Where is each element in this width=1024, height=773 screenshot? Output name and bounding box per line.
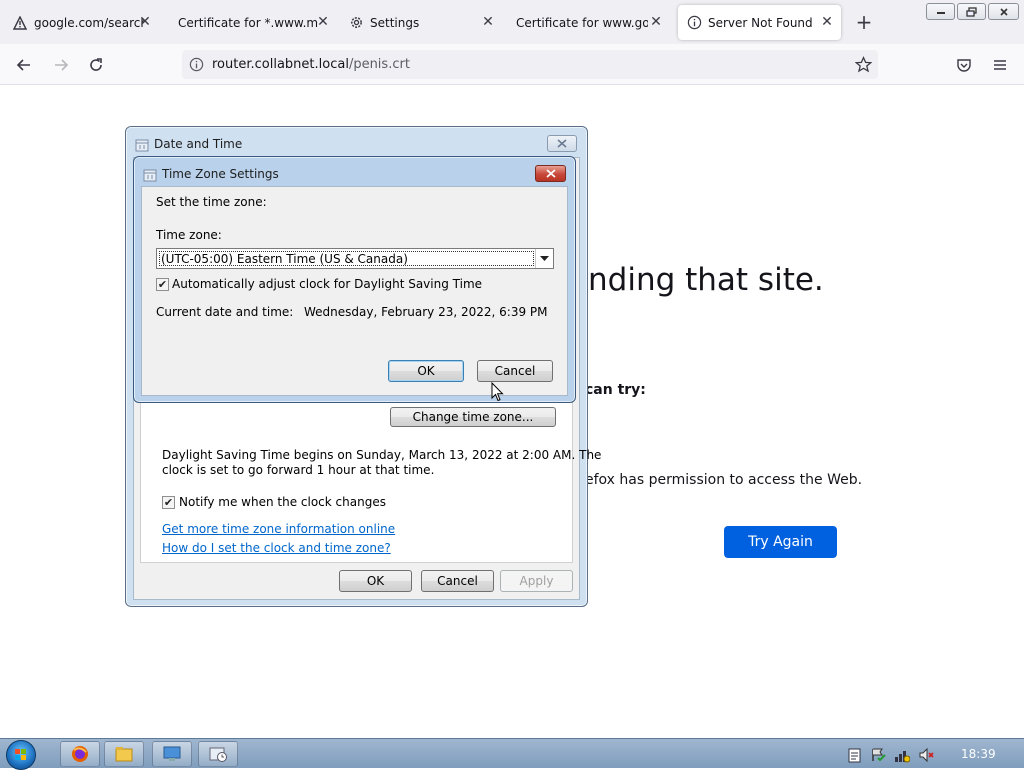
how-to-set-clock-link[interactable]: How do I set the clock and time zone? [162,541,391,555]
windows-logo-icon [15,749,26,760]
current-date-time-value: Wednesday, February 23, 2022, 6:39 PM [304,305,548,319]
close-tab-icon[interactable]: ✕ [819,14,835,30]
tray-volume-muted-icon[interactable] [918,747,934,763]
notify-checkbox[interactable]: ✔ [162,496,175,509]
time-zone-select[interactable]: (UTC-05:00) Eastern Time (US & Canada) [156,248,554,269]
tray-action-center-icon[interactable] [870,747,886,763]
new-tab-button[interactable]: + [852,10,876,34]
pocket-button[interactable] [950,52,978,78]
taskbar-explorer[interactable] [104,741,144,767]
time-zone-label: Time zone: [156,228,222,242]
gear-icon [348,15,364,31]
navigation-toolbar: router.collabnet.local/penis.crt [0,44,1024,85]
close-tab-icon[interactable]: ✕ [315,14,331,30]
ok-button[interactable]: OK [339,570,412,592]
more-time-zone-info-link[interactable]: Get more time zone information online [162,522,395,536]
url-host: router.collabnet.local [212,57,349,72]
close-window-button[interactable] [988,3,1019,20]
error-page-title: nding that site. [588,262,824,298]
close-icon [999,7,1008,16]
dst-info-line1: Daylight Saving Time begins on Sunday, M… [162,448,602,462]
auto-dst-checkbox[interactable]: ✔ [156,278,169,291]
tray-network-icon[interactable] [894,747,910,763]
reload-button[interactable] [82,52,110,78]
error-page-subtitle: can try: [585,382,646,398]
minimize-window-button[interactable] [926,3,955,20]
close-button[interactable] [535,165,566,182]
taskbar-firefox[interactable] [60,741,100,767]
ok-button[interactable]: OK [388,360,464,382]
cancel-button[interactable]: Cancel [421,570,494,592]
taskbar: 18:39 [0,738,1024,770]
set-time-zone-label: Set the time zone: [156,195,267,209]
reload-icon [90,58,102,71]
tab-label: Certificate for *.www.moz [178,15,318,30]
change-time-zone-button[interactable]: Change time zone... [390,407,556,427]
time-zone-selected-value: (UTC-05:00) Eastern Time (US & Canada) [161,252,408,266]
close-tab-icon[interactable]: ✕ [480,14,496,30]
tab-label: Certificate for www.google [516,15,648,30]
tab-settings[interactable]: Settings ✕ [340,5,502,40]
auto-dst-label: Automatically adjust clock for Daylight … [172,277,483,291]
tab-google-search[interactable]: google.com/search?c ✕ [4,5,159,40]
taskbar-control-panel[interactable] [152,741,192,767]
tab-certificate-google[interactable]: Certificate for www.google ✕ [508,5,670,40]
date-time-icon [135,137,149,156]
apply-button: Apply [500,570,573,592]
info-icon [686,15,702,31]
chevron-down-icon[interactable] [535,249,553,268]
pocket-icon [957,59,971,72]
dst-info-line2: clock is set to go forward 1 hour at tha… [162,463,435,477]
date-time-icon [209,747,227,762]
close-button[interactable] [547,135,577,152]
time-zone-icon [143,167,157,186]
dialog-title: Date and Time [154,137,243,151]
tab-strip: google.com/search?c ✕ Certificate for *.… [0,0,1024,44]
time-zone-settings-dialog: Time Zone Settings Set the time zone: Ti… [133,156,576,403]
cancel-button[interactable]: Cancel [477,360,553,382]
address-bar[interactable]: router.collabnet.local/penis.crt [182,50,878,79]
try-again-button[interactable]: Try Again [724,526,837,558]
back-arrow-icon [16,59,30,71]
restore-icon [965,6,977,17]
tab-label: Settings [370,15,420,30]
close-icon [557,139,567,148]
explorer-folder-icon [115,747,133,762]
forward-button[interactable] [47,52,75,78]
url-path: /penis.crt [348,57,410,72]
back-button[interactable] [10,52,38,78]
menu-button[interactable] [986,52,1014,78]
restore-window-button[interactable] [957,3,986,20]
forward-arrow-icon [55,59,69,71]
mouse-cursor-icon [491,381,504,406]
taskbar-date-time[interactable] [198,741,238,767]
bookmark-star-icon[interactable] [854,56,873,77]
hamburger-menu-icon [994,60,1006,70]
tray-document-icon[interactable] [846,747,862,763]
url-text[interactable]: router.collabnet.local/penis.crt [212,57,410,72]
page-info-icon[interactable] [189,57,204,72]
tab-certificate-mozilla[interactable]: Certificate for *.www.moz ✕ [170,5,337,40]
minimize-icon [936,11,945,14]
tab-label: Server Not Found [708,15,813,30]
tab-server-not-found[interactable]: Server Not Found ✕ [678,5,841,40]
taskbar-clock[interactable]: 18:39 [961,747,996,761]
current-date-time-label: Current date and time: [156,305,294,319]
close-tab-icon[interactable]: ✕ [648,14,664,30]
dialog-client-area: Set the time zone: Time zone: (UTC-05:00… [141,186,568,396]
error-page-suggestion: efox has permission to access the Web. [585,472,863,488]
firefox-icon [72,746,88,762]
notify-label: Notify me when the clock changes [179,495,386,509]
control-panel-icon [163,746,181,761]
dialog-title: Time Zone Settings [162,167,279,181]
tab-label: google.com/search?c [34,15,144,30]
warning-icon [12,15,28,31]
close-icon [545,169,556,178]
close-tab-icon[interactable]: ✕ [137,14,153,30]
start-button[interactable] [6,740,36,770]
